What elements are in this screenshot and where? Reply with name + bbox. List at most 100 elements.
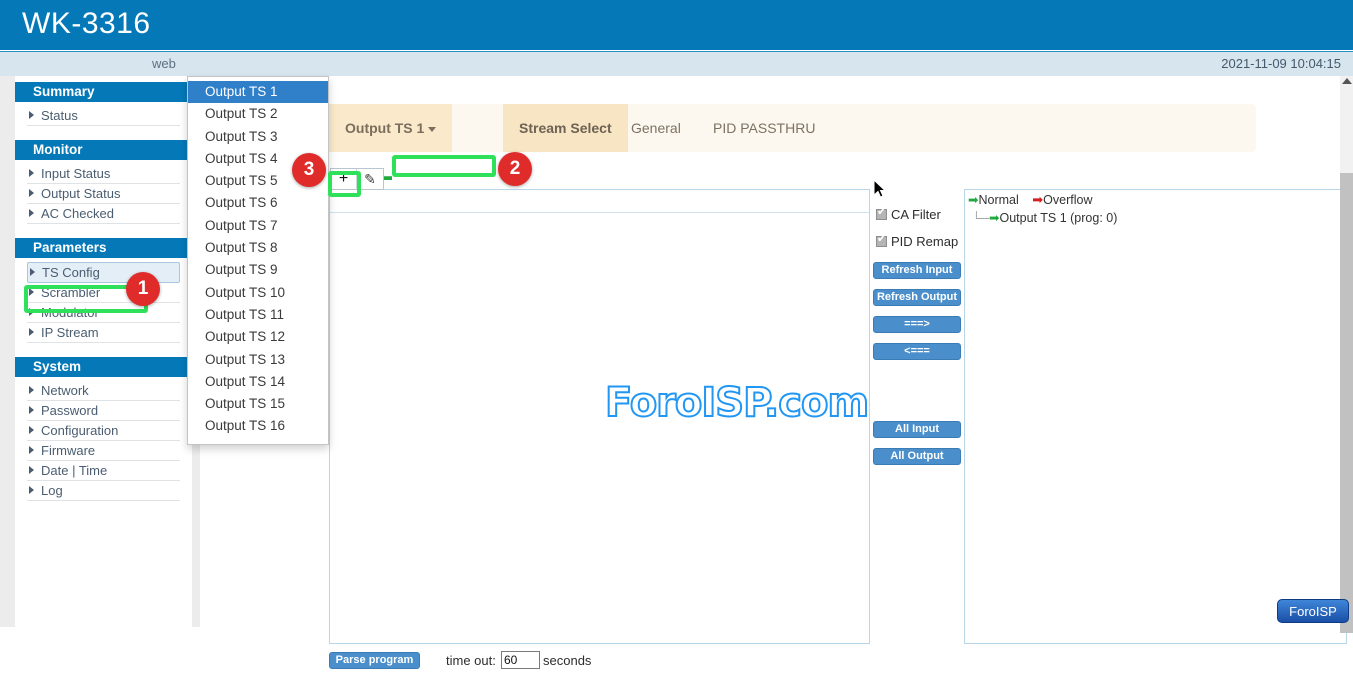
dropdown-item-output-ts-9[interactable]: Output TS 9 (188, 259, 328, 281)
dropdown-item-output-ts-11[interactable]: Output TS 11 (188, 304, 328, 326)
dropdown-item-output-ts-15[interactable]: Output TS 15 (188, 393, 328, 415)
dropdown-item-output-ts-10[interactable]: Output TS 10 (188, 282, 328, 304)
triangle-icon (29, 111, 34, 119)
dropdown-item-output-ts-13[interactable]: Output TS 13 (188, 349, 328, 371)
dropdown-item-output-ts-2[interactable]: Output TS 2 (188, 103, 328, 125)
pid-remap-label: PID Remap (891, 234, 958, 249)
sidebar-items-summary: Status (15, 102, 192, 134)
sub-header-bar: web 2021-11-09 10:04:15 (0, 51, 1353, 76)
sidebar-item-configuration[interactable]: Configuration (27, 421, 180, 441)
triangle-icon (29, 288, 34, 296)
triangle-icon (29, 466, 34, 474)
sidebar-item-password[interactable]: Password (27, 401, 180, 421)
output-ts-dropdown-menu[interactable]: Output TS 1 Output TS 2 Output TS 3 Outp… (187, 76, 329, 445)
arrow-right-red-icon: ➡ (1032, 192, 1043, 207)
tab-output-ts-dropdown[interactable]: Output TS 1 (329, 104, 452, 152)
checkbox-icon[interactable] (876, 236, 887, 247)
sidebar-item-modulator[interactable]: Modulator (27, 303, 180, 323)
sidebar-item-label: Status (41, 108, 78, 123)
tab-label: General (631, 120, 681, 136)
dropdown-item-output-ts-16[interactable]: Output TS 16 (188, 415, 328, 437)
sidebar-group-parameters: Parameters (15, 238, 192, 258)
sidebar-item-label: AC Checked (41, 206, 114, 221)
legend-overflow-label: Overflow (1043, 193, 1092, 207)
tab-bar: Output TS 1 Stream Select General PID PA… (329, 104, 1256, 152)
move-left-button[interactable]: <=== (873, 343, 961, 360)
pid-remap-checkbox-row[interactable]: PID Remap (876, 234, 958, 249)
timeout-input[interactable] (501, 651, 540, 669)
ca-filter-checkbox-row[interactable]: CA Filter (876, 207, 941, 222)
parse-program-button[interactable]: Parse program (329, 652, 420, 669)
arrow-right-green-icon: ➡ (968, 193, 978, 207)
sidebar-item-ip-stream[interactable]: IP Stream (27, 323, 180, 343)
triangle-icon (29, 426, 34, 434)
annotation-badge-2: 2 (498, 152, 532, 186)
dropdown-item-output-ts-12[interactable]: Output TS 12 (188, 326, 328, 348)
datetime-display: 2021-11-09 10:04:15 (1221, 56, 1341, 71)
scroll-up-arrow-icon[interactable] (1342, 78, 1352, 84)
triangle-icon (29, 169, 34, 177)
all-input-button[interactable]: All Input (873, 421, 961, 438)
vertical-scrollbar-thumb[interactable] (1340, 173, 1353, 633)
tree-item-output-ts-1[interactable]: └─➡Output TS 1 (prog: 0) (972, 210, 1117, 225)
triangle-icon (29, 209, 34, 217)
welcome-text: web (152, 56, 188, 71)
page-title: WK-3316 (22, 7, 151, 41)
vertical-scrollbar-track[interactable] (1340, 76, 1353, 627)
sidebar-item-ac-checked[interactable]: AC Checked (27, 204, 180, 224)
output-tree-panel[interactable]: ➡Normal ➡Overflow └─➡Output TS 1 (prog: … (964, 189, 1347, 644)
sidebar-item-network[interactable]: Network (27, 381, 180, 401)
dropdown-item-output-ts-8[interactable]: Output TS 8 (188, 237, 328, 259)
refresh-input-button[interactable]: Refresh Input (873, 262, 961, 279)
arrow-right-green-icon: ➡ (989, 211, 999, 225)
sidebar-item-label: Scrambler (41, 285, 100, 300)
move-right-button[interactable]: ===> (873, 316, 961, 333)
triangle-icon (29, 486, 34, 494)
checkbox-icon[interactable] (876, 209, 887, 220)
legend-normal-label: Normal (978, 193, 1018, 207)
tab-general[interactable]: General (615, 104, 697, 152)
sidebar-item-status[interactable]: Status (27, 106, 180, 126)
foroisp-logo-badge: ForoISP (1277, 599, 1349, 623)
triangle-icon (29, 446, 34, 454)
sidebar-item-input-status[interactable]: Input Status (27, 164, 180, 184)
dropdown-item-output-ts-14[interactable]: Output TS 14 (188, 371, 328, 393)
triangle-icon (29, 386, 34, 394)
refresh-output-button[interactable]: Refresh Output (873, 289, 961, 306)
dropdown-item-output-ts-6[interactable]: Output TS 6 (188, 192, 328, 214)
sidebar-item-label: Network (41, 383, 89, 398)
tab-stream-select[interactable]: Stream Select (503, 104, 628, 152)
dropdown-item-output-ts-3[interactable]: Output TS 3 (188, 126, 328, 148)
sidebar-item-label: IP Stream (41, 325, 99, 340)
tab-label: Stream Select (519, 120, 612, 136)
main-content: Output TS 1 Stream Select General PID PA… (200, 76, 1341, 627)
sidebar-item-output-status[interactable]: Output Status (27, 184, 180, 204)
sidebar-item-label: Firmware (41, 443, 95, 458)
tab-label: PID PASSTHRU (713, 120, 815, 136)
ca-filter-label: CA Filter (891, 207, 941, 222)
annotation-badge-1: 1 (126, 272, 160, 306)
tab-label: Output TS 1 (345, 120, 424, 136)
annotation-badge-3: 3 (292, 153, 326, 187)
dropdown-item-output-ts-1[interactable]: Output TS 1 (188, 81, 328, 103)
triangle-icon (29, 328, 34, 336)
triangle-icon (29, 189, 34, 197)
sidebar-item-label: Modulator (41, 305, 99, 320)
sidebar-item-firmware[interactable]: Firmware (27, 441, 180, 461)
all-output-button[interactable]: All Output (873, 448, 961, 465)
edit-pencil-icon[interactable]: ✎ (357, 169, 383, 189)
sidebar-item-label: Password (41, 403, 98, 418)
panel-toolbar: + ✎ (330, 168, 384, 190)
tab-pid-passthru[interactable]: PID PASSTHRU (697, 104, 831, 152)
center-controls: CA Filter PID Remap Refresh Input Refres… (870, 189, 965, 644)
sidebar-item-label: Log (41, 483, 63, 498)
dropdown-item-output-ts-7[interactable]: Output TS 7 (188, 215, 328, 237)
sidebar-item-log[interactable]: Log (27, 481, 180, 501)
add-button[interactable]: + (331, 169, 357, 189)
sidebar-item-label: Input Status (41, 166, 110, 181)
sidebar-item-date-time[interactable]: Date | Time (27, 461, 180, 481)
stream-list-panel[interactable]: ForoISP.com (329, 189, 870, 644)
app-header: WK-3316 (0, 0, 1353, 50)
sidebar-item-label: Date | Time (41, 463, 107, 478)
legend-row: ➡Normal ➡Overflow (968, 192, 1093, 208)
